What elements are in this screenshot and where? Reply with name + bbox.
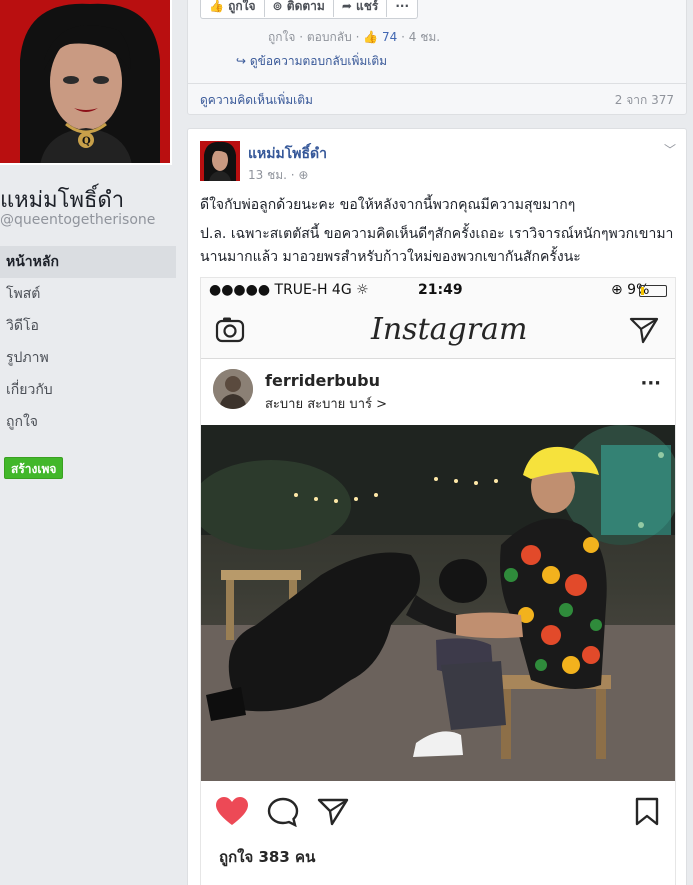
post-text-line: ดีใจกับพ่อลูกด้วยนะคะ ขอให้หลังจากนี้พวก… [200, 197, 576, 213]
more-dots-icon: ··· [640, 373, 661, 394]
more-options-button[interactable]: ··· [387, 0, 417, 17]
instagram-action-bar [201, 789, 675, 835]
comment-like-link[interactable]: ถูกใจ [268, 30, 295, 44]
share-arrow-icon: ➦ [341, 0, 357, 13]
nav-item-videos[interactable]: วิดีโอ [0, 310, 176, 342]
like-page-label: ถูกใจ [228, 0, 256, 13]
heart-icon [215, 797, 249, 831]
nav-item-posts[interactable]: โพสต์ [0, 278, 176, 310]
comment-reply-link[interactable]: ตอบกลับ [307, 30, 352, 44]
post-time-label[interactable]: 13 ชม. [248, 168, 287, 182]
share-send-icon [317, 797, 349, 831]
post-author-avatar[interactable] [200, 141, 240, 181]
instagram-logo: Instagram [371, 312, 528, 347]
like-page-button[interactable]: 👍 ถูกใจ [201, 0, 265, 17]
comment-meta: ถูกใจ · ตอบกลับ · 👍 74 · 4 ชม. [268, 28, 440, 47]
thumbs-up-icon: 👍 [209, 0, 229, 13]
direct-send-icon [629, 316, 659, 348]
instagram-like-count: ถูกใจ 383 คน [219, 848, 316, 866]
comment-bubble-icon [267, 797, 299, 831]
post-image-instagram-screenshot[interactable]: ●●●●● TRUE-H 4G ☼ 21:49 ⊕ 9% Instagram f… [200, 277, 676, 885]
instagram-post: ferriderbubu สะบาย สะบาย บาร์ > ··· ถูกใ… [201, 358, 675, 885]
view-replies-label: ดูข้อความตอบกลับเพิ่มเติม [249, 54, 388, 68]
battery-level [641, 287, 644, 295]
post-author-name[interactable]: แหม่มโพธิ์ดำ [248, 143, 327, 165]
globe-icon: ⊕ [298, 168, 309, 182]
rss-icon: ⊚ [272, 0, 287, 13]
reply-arrow-icon: ↪ [236, 54, 250, 68]
view-more-replies-link[interactable]: ↪ ดูข้อความตอบกลับเพิ่มเติม [236, 52, 387, 71]
page-avatar[interactable]: Q [0, 0, 172, 165]
post-text-paragraph: ป.ล. เฉพาะสเตตัสนี้ ขอความคิดเห็นดีๆสักค… [200, 226, 674, 265]
phone-status-bar: ●●●●● TRUE-H 4G ☼ 21:49 ⊕ 9% [201, 278, 675, 304]
carrier-signal: ●●●●● TRUE-H 4G ☼ [209, 282, 369, 298]
separator-dot: · [401, 30, 409, 44]
post-timestamp: 13 ชม. · ⊕ [248, 166, 308, 185]
previous-post-card: 👍 ถูกใจ ⊚ ติดตาม ➦ แชร์ ··· ถูกใจ · ตอบก… [187, 0, 687, 115]
page-sidebar: Q แหม่มโพธิ์ดำ @queentogetherisone หน้าห… [0, 0, 180, 885]
bookmark-icon [635, 797, 659, 831]
create-page-button[interactable]: สร้างเพจ [4, 457, 64, 479]
comment-like-count[interactable]: 74 [382, 30, 397, 44]
nav-item-about[interactable]: เกี่ยวกับ [0, 374, 176, 406]
separator-dot: · [299, 30, 307, 44]
comment-count: 2 จาก 377 [614, 93, 674, 107]
instagram-location: สะบาย สะบาย บาร์ > [265, 397, 387, 412]
view-more-comments-link[interactable]: ดูความคิดเห็นเพิ่มเติม [200, 91, 313, 110]
instagram-username: ferriderbubu [265, 371, 380, 390]
follow-page-label: ติดตาม [286, 0, 325, 13]
like-reaction-icon: 👍 [363, 30, 379, 44]
status-time: 21:49 [418, 282, 463, 298]
page-action-bar: 👍 ถูกใจ ⊚ ติดตาม ➦ แชร์ ··· [200, 0, 419, 19]
nav-item-home[interactable]: หน้าหลัก [0, 246, 176, 278]
chevron-down-icon[interactable]: ﹀ [664, 141, 676, 158]
nav-item-photos[interactable]: รูปภาพ [0, 342, 176, 374]
svg-text:Q: Q [82, 136, 91, 147]
instagram-user-avatar [213, 369, 253, 409]
nav-item-likes[interactable]: ถูกใจ [0, 406, 176, 438]
comment-time[interactable]: 4 ชม. [409, 30, 440, 44]
battery-icon [639, 285, 667, 297]
share-page-button[interactable]: ➦ แชร์ [334, 0, 388, 17]
instagram-photo [201, 425, 675, 781]
page-nav: หน้าหลัก โพสต์ วิดีโอ รูปภาพ เกี่ยวกับ ถ… [0, 246, 176, 438]
post-card: แหม่มโพธิ์ดำ 13 ชม. · ⊕ ﹀ ดีใจกับพ่อลูกด… [187, 128, 687, 885]
share-page-label: แชร์ [356, 0, 379, 13]
instagram-header: Instagram [201, 304, 675, 358]
divider [188, 83, 686, 84]
camera-icon [215, 316, 245, 348]
page-handle[interactable]: @queentogetherisone [0, 212, 155, 228]
follow-page-button[interactable]: ⊚ ติดตาม [265, 0, 334, 17]
